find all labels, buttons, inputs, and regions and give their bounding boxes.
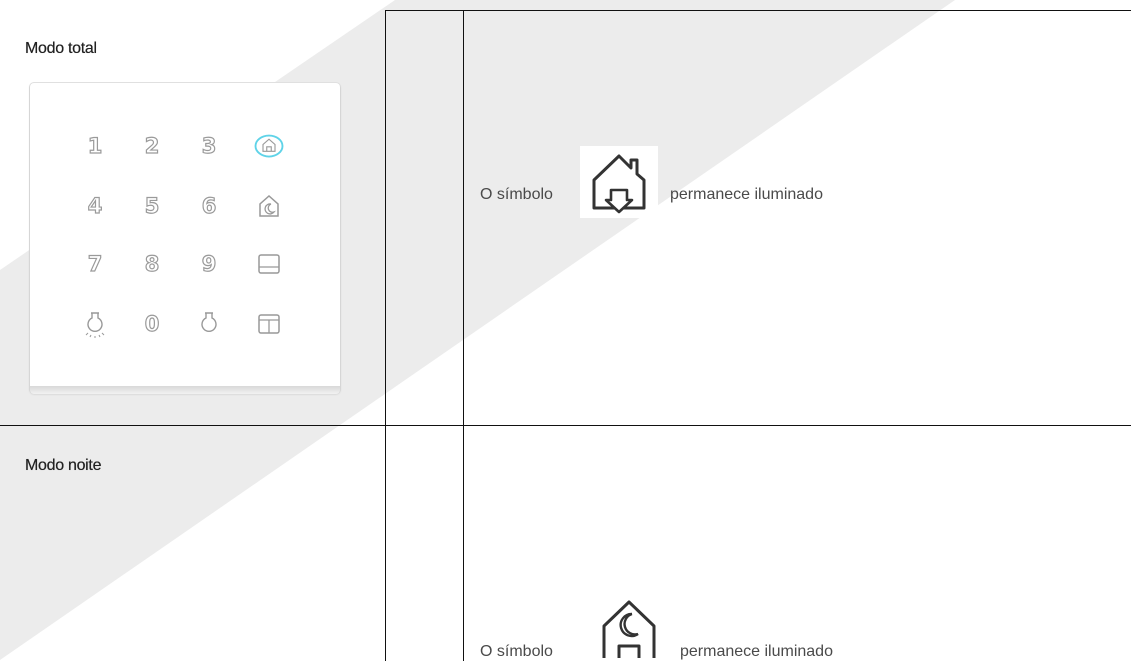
keypad-digit-2: 2	[144, 133, 160, 158]
house-arrow-down-icon	[580, 146, 658, 218]
keypad-bottom-edge	[30, 386, 340, 394]
keyboard-icon	[254, 249, 284, 279]
keypad-digit-3: 3	[201, 133, 217, 158]
house-moon-icon	[592, 592, 666, 661]
keypad-digit-5: 5	[144, 193, 160, 218]
keypad-digit-9: 9	[201, 251, 217, 276]
desc-suffix-total: permanece iluminado	[670, 186, 823, 203]
keypad-digit-4: 4	[87, 193, 103, 218]
bulb-on-icon	[80, 309, 110, 339]
mode-table: Modo total 1 2 3 4 5 6 7 8 9 0 O símbolo…	[0, 0, 1131, 661]
keypad-digit-8: 8	[144, 251, 160, 276]
keypad-digit-7: 7	[87, 251, 103, 276]
desc-prefix-total: O símbolo	[480, 186, 553, 203]
table-column-divider	[463, 10, 464, 661]
table-top-border	[385, 10, 1131, 11]
keypad-image: 1 2 3 4 5 6 7 8 9 0	[30, 83, 340, 393]
bulb-off-icon	[194, 309, 224, 339]
panel-icon	[254, 309, 284, 339]
desc-suffix-noite: permanece iluminado	[680, 643, 833, 660]
keypad-digit-0: 0	[144, 311, 160, 336]
mode-label-total: Modo total	[25, 40, 97, 57]
keypad-digit-1: 1	[87, 133, 103, 158]
desc-prefix-noite: O símbolo	[480, 643, 553, 660]
keypad-digit-6: 6	[201, 193, 217, 218]
table-column-divider	[385, 10, 386, 661]
home-night-icon	[254, 191, 284, 221]
table-row-divider	[0, 425, 1131, 426]
mode-label-noite: Modo noite	[25, 457, 102, 474]
home-icon	[254, 131, 284, 161]
